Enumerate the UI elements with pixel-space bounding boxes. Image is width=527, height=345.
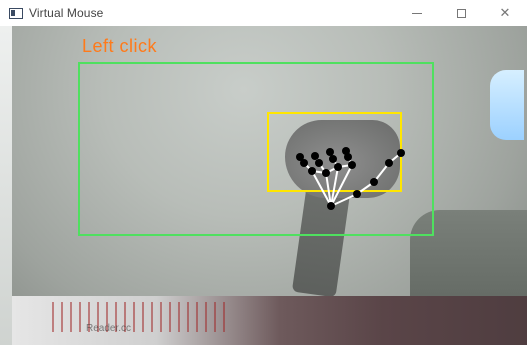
landmark-point bbox=[322, 169, 330, 177]
virtual-mouse-window: Virtual Mouse ✕ Left click Reader.cc bbox=[0, 0, 527, 345]
landmark-point bbox=[397, 149, 405, 157]
landmark-point bbox=[315, 159, 323, 167]
landmark-point bbox=[334, 163, 342, 171]
landmark-point bbox=[296, 153, 304, 161]
landmark-point bbox=[326, 148, 334, 156]
landmark-point bbox=[308, 167, 316, 175]
watermark-text: Reader.cc bbox=[86, 323, 132, 334]
landmark-point bbox=[370, 178, 378, 186]
landmark-point bbox=[348, 161, 356, 169]
landmark-point bbox=[342, 147, 350, 155]
landmark-point bbox=[329, 155, 337, 163]
landmark-point bbox=[353, 190, 361, 198]
landmark-point bbox=[385, 159, 393, 167]
background-pattern bbox=[52, 302, 227, 332]
hand-landmarks bbox=[296, 147, 405, 210]
landmark-point bbox=[327, 202, 335, 210]
landmark-points bbox=[296, 147, 405, 210]
landmark-point bbox=[311, 152, 319, 160]
